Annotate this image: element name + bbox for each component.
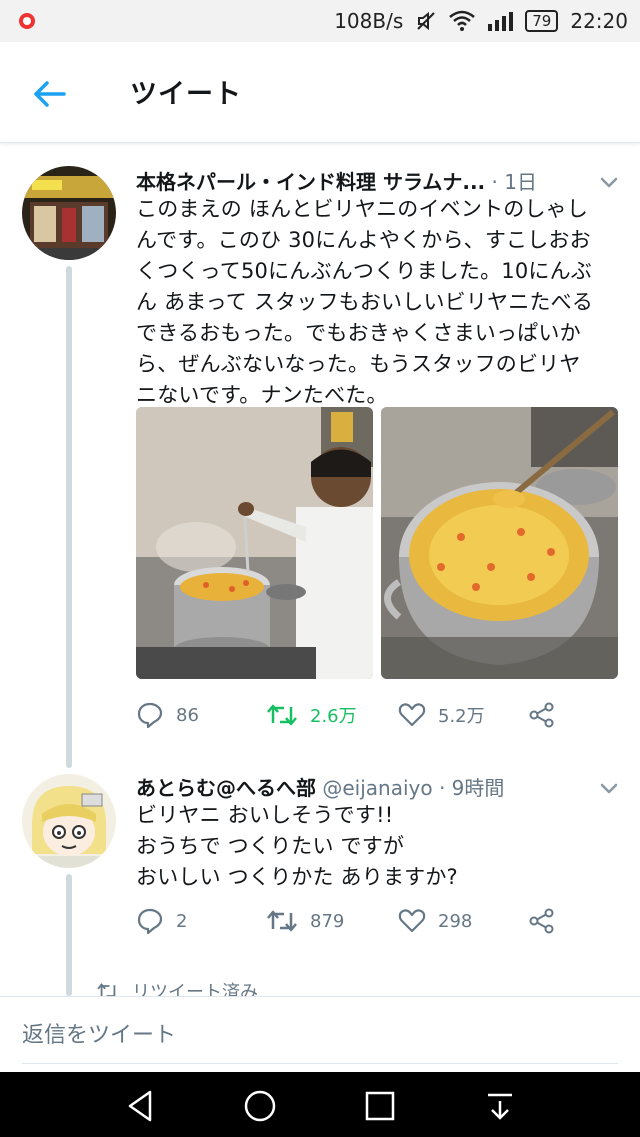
- thread-connector: [66, 874, 72, 996]
- reply-icon: [137, 908, 163, 935]
- reply-action[interactable]: 86: [136, 695, 199, 735]
- tweet-text-line: おうちで つくりたい ですが: [136, 834, 405, 858]
- notification-pulldown-icon[interactable]: [480, 1086, 520, 1126]
- tweet-text-line: ら、ぜんぶないなった。もうスタッフのビリヤ: [136, 352, 581, 376]
- like-count: 5.2万: [438, 706, 485, 727]
- tweet-photo[interactable]: [136, 407, 373, 679]
- tweet-text-line: ん あまって スタッフもおいしいビリヤニたべる: [136, 290, 594, 314]
- home-circle-icon[interactable]: [240, 1086, 280, 1126]
- heart-icon: [398, 703, 426, 727]
- tweet-header: あとらむ@へるへ部 @eijanaiyo · 9時間: [136, 772, 504, 801]
- tweet-header: 本格ネパール・インド料理 サラムナ... · 1日: [136, 166, 537, 195]
- chevron-down-icon[interactable]: [597, 170, 621, 194]
- restaurant-storefront-image: [22, 166, 116, 260]
- avatar[interactable]: [22, 166, 116, 260]
- retweet-count: 879: [310, 910, 345, 932]
- tweet-text-line: このまえの ほんとビリヤニのイベントのしゃし: [136, 197, 589, 221]
- status-bar: 108B/s 79 22:20: [0, 0, 640, 42]
- author-name[interactable]: あとらむ@へるへ部: [136, 776, 316, 800]
- tweet-time: · 1日: [491, 170, 537, 194]
- tweet-text-line: ビリヤニ おいしそうです!!: [136, 803, 394, 827]
- app-header: ツイート: [0, 42, 640, 143]
- retweet-count: 2.6万: [310, 706, 357, 727]
- like-count: 298: [438, 910, 473, 932]
- tweet-text-line: くつくって50にんぶんつくりました。10にんぶ: [136, 259, 592, 283]
- retweet-action[interactable]: 879: [266, 901, 344, 941]
- share-action[interactable]: [528, 695, 556, 735]
- biryani-pot-image: [381, 407, 618, 679]
- tweet-actions: 2 879 298: [136, 901, 596, 941]
- heart-icon: [398, 909, 426, 933]
- tweet-actions: 86 2.6万 5.2万: [136, 695, 596, 735]
- divider: [22, 1063, 618, 1064]
- author-handle[interactable]: @eijanaiyo: [322, 776, 432, 800]
- retweet-action[interactable]: 2.6万: [266, 695, 357, 735]
- retweet-icon: [267, 704, 297, 726]
- like-action[interactable]: 5.2万: [398, 695, 485, 735]
- recent-apps-icon[interactable]: [360, 1086, 400, 1126]
- page-title: ツイート: [130, 79, 242, 110]
- avatar[interactable]: [22, 774, 116, 868]
- tweet-photo[interactable]: [381, 407, 618, 679]
- tweet-text: このまえの ほんとビリヤニのイベントのしゃし んです。このひ 30にんよやくから…: [136, 194, 626, 411]
- share-action[interactable]: [528, 901, 556, 941]
- clock: 22:20: [570, 9, 628, 33]
- wifi-icon: [449, 10, 476, 31]
- mute-icon: [417, 11, 435, 31]
- share-icon: [529, 702, 554, 728]
- retweet-icon: [267, 910, 297, 932]
- signal-icon: [488, 12, 514, 31]
- tweet-time: · 9時間: [438, 776, 505, 800]
- chevron-down-icon[interactable]: [597, 776, 621, 800]
- tweet-text: ビリヤニ おいしそうです!! おうちで つくりたい ですが おいしい つくりかた…: [136, 800, 626, 893]
- back-arrow-icon[interactable]: [28, 72, 72, 116]
- reply-icon: [137, 702, 163, 729]
- reply-composer: 返信をツイート: [0, 996, 640, 1073]
- thread-connector: [66, 266, 72, 768]
- system-nav-bar: [0, 1072, 640, 1137]
- battery-indicator: 79: [525, 10, 559, 32]
- anime-character-avatar-image: [22, 774, 116, 868]
- reply-action[interactable]: 2: [136, 901, 187, 941]
- author-name[interactable]: 本格ネパール・インド料理 サラムナ...: [136, 170, 485, 194]
- network-speed: 108B/s: [334, 9, 404, 33]
- tweet-text-line: おいしい つくりかた ありますか?: [136, 865, 458, 889]
- reply-count: 86: [176, 704, 199, 726]
- reply-input[interactable]: 返信をツイート: [22, 1017, 176, 1049]
- back-triangle-icon[interactable]: [120, 1086, 160, 1126]
- app-notification-icon: [19, 13, 35, 29]
- share-icon: [529, 908, 554, 934]
- tweet-text-line: んです。このひ 30にんよやくから、すこしおお: [136, 228, 591, 252]
- tweet-text-line: できるおもった。でもおきゃくさまいっぱいか: [136, 321, 581, 345]
- reply-count: 2: [176, 910, 188, 932]
- like-action[interactable]: 298: [398, 901, 472, 941]
- chef-cooking-image: [136, 407, 373, 679]
